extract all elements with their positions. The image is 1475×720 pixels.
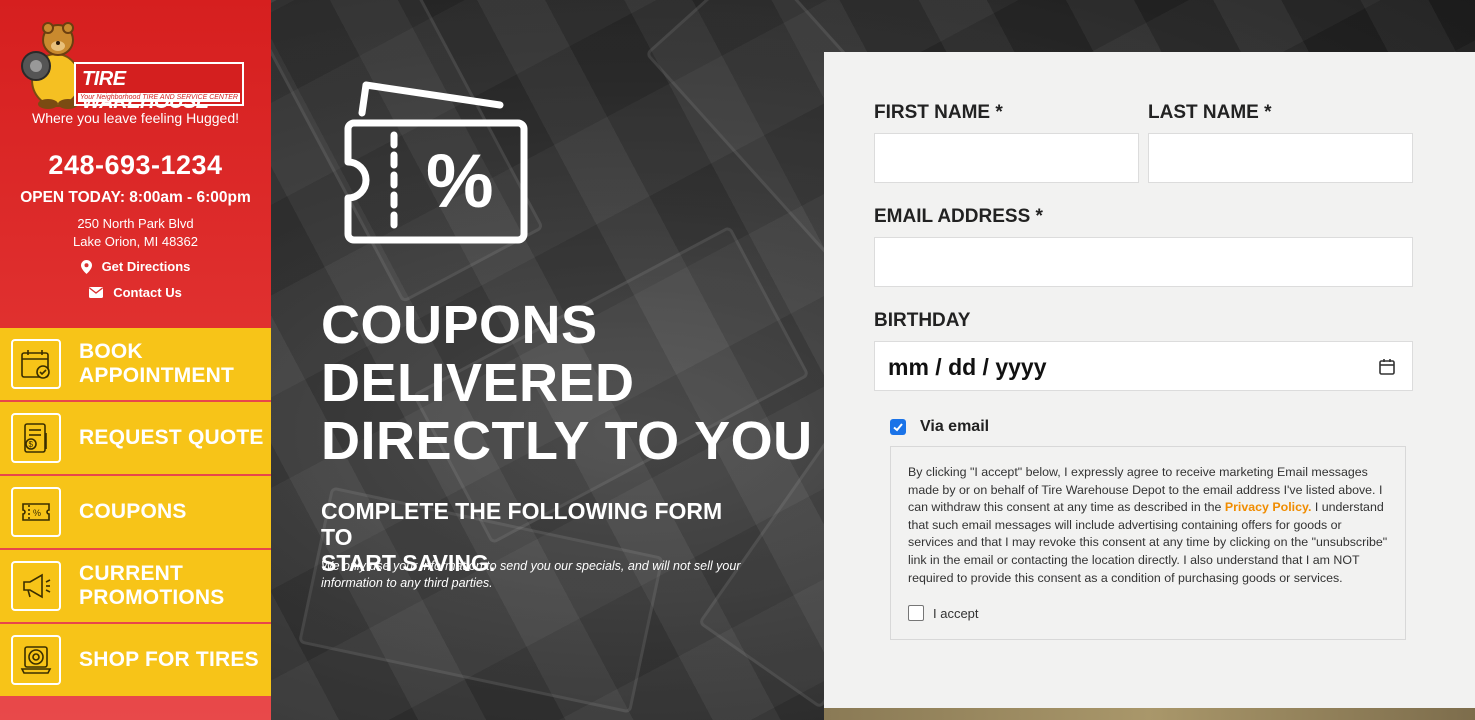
nav-label: SHOP FOR TIRES <box>79 648 259 671</box>
svg-text:%: % <box>426 139 494 224</box>
logo-wordmark: TIRE WAREHOUSE Your Neighborhood TIRE AN… <box>74 62 244 113</box>
calendar-icon[interactable] <box>1378 358 1396 376</box>
megaphone-icon <box>11 561 61 611</box>
nav-current-promotions[interactable]: CURRENT PROMOTIONS <box>0 550 271 624</box>
last-name-field[interactable] <box>1148 133 1413 183</box>
via-email-label: Via email <box>920 418 990 435</box>
address-line2: Lake Orion, MI 48362 <box>72 234 199 249</box>
consent-text: By clicking "I accept" below, I expressl… <box>908 465 1388 585</box>
email-label: EMAIL ADDRESS * <box>874 206 1043 227</box>
via-email-checkbox[interactable] <box>890 419 906 435</box>
contact-us-link[interactable]: Contact Us <box>0 285 271 300</box>
tagline: Where you leave feeling Hugged! <box>31 110 240 126</box>
address-line1: 250 North Park Blvd <box>77 216 194 231</box>
form-footer-strip <box>824 708 1475 720</box>
first-name-field[interactable] <box>874 133 1139 183</box>
calculator-quote-icon: $ <box>11 413 61 463</box>
nav-label: CURRENT PROMOTIONS <box>79 562 225 609</box>
via-email-option[interactable]: Via email <box>890 418 989 436</box>
sidebar-nav: BOOK APPOINTMENT $ REQUEST QUOTE % COUPO… <box>0 328 271 698</box>
accept-checkbox[interactable] <box>908 605 924 621</box>
accept-option[interactable]: I accept <box>908 605 979 621</box>
birthday-date-field[interactable]: mm / dd / yyyy <box>874 341 1413 391</box>
nav-shop-for-tires[interactable]: SHOP FOR TIRES <box>0 624 271 698</box>
first-name-label: FIRST NAME * <box>874 102 1003 123</box>
nav-request-quote[interactable]: $ REQUEST QUOTE <box>0 402 271 476</box>
sidebar: TIRE WAREHOUSE Your Neighborhood TIRE AN… <box>0 0 271 720</box>
nav-label: BOOK APPOINTMENT <box>79 340 235 387</box>
logo[interactable]: TIRE WAREHOUSE Your Neighborhood TIRE AN… <box>18 18 248 113</box>
map-pin-icon <box>80 259 92 274</box>
phone-number[interactable]: 248-693-1234 <box>0 150 271 181</box>
calendar-check-icon <box>11 339 61 389</box>
nav-book-appointment[interactable]: BOOK APPOINTMENT <box>0 328 271 402</box>
birthday-label: BIRTHDAY <box>874 310 971 331</box>
consent-box: By clicking "I accept" below, I expressl… <box>890 446 1406 640</box>
nav-label: REQUEST QUOTE <box>79 426 264 449</box>
checkmark-icon <box>893 423 903 432</box>
logo-subtitle: Your Neighborhood TIRE AND SERVICE CENTE… <box>78 93 240 102</box>
envelope-icon <box>89 287 104 298</box>
privacy-note: We only use your information to send you… <box>321 559 741 590</box>
opening-hours: OPEN TODAY: 8:00am - 6:00pm <box>20 189 251 206</box>
nav-label: COUPONS <box>79 500 187 523</box>
nav-coupons[interactable]: % COUPONS <box>0 476 271 550</box>
get-directions-link[interactable]: Get Directions <box>0 259 271 274</box>
contact-us-label: Contact Us <box>113 285 182 300</box>
birthday-placeholder: mm / dd / yyyy <box>888 354 1047 380</box>
hero-headline: COUPONS DELIVERED DIRECTLY TO YOU <box>321 295 813 471</box>
privacy-policy-link[interactable]: Privacy Policy. <box>1225 500 1312 514</box>
get-directions-label: Get Directions <box>101 259 191 274</box>
svg-text:%: % <box>33 508 41 518</box>
email-field[interactable] <box>874 237 1413 287</box>
accept-label: I accept <box>933 605 979 621</box>
logo-title: TIRE WAREHOUSE <box>82 68 209 113</box>
tire-laptop-icon <box>11 635 61 685</box>
svg-text:$: $ <box>29 440 34 449</box>
coupon-percent-icon: % <box>344 81 528 244</box>
last-name-label: LAST NAME * <box>1148 102 1272 123</box>
coupon-icon: % <box>11 487 61 537</box>
